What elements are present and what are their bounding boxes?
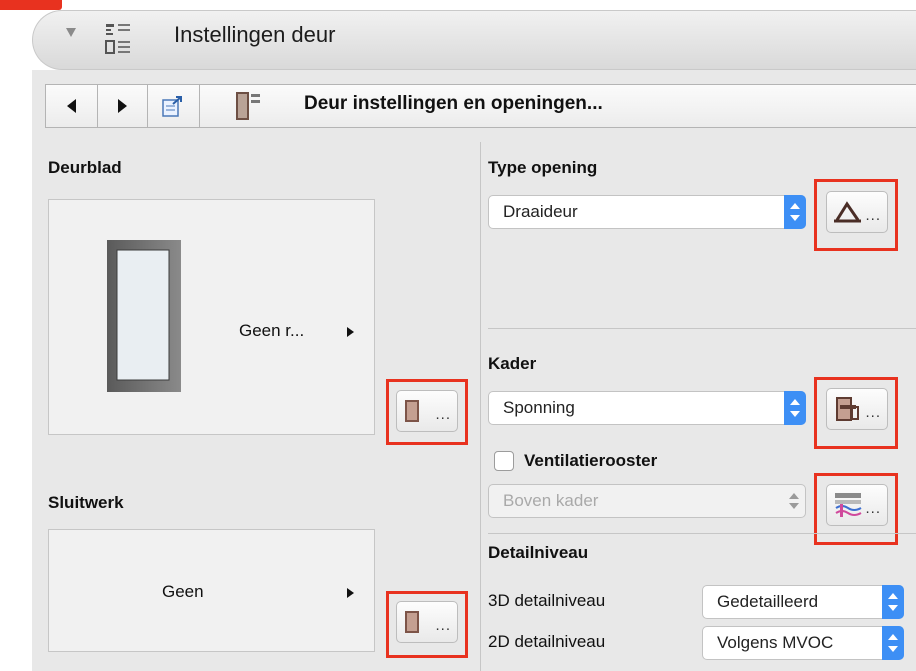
section-divider: [488, 328, 916, 329]
back-button[interactable]: [46, 85, 98, 127]
select-stepper-icon: [882, 585, 904, 619]
select-stepper-icon: [787, 485, 801, 517]
sluitwerk-value: Geen: [162, 582, 204, 601]
detail-3d-select[interactable]: Gedetailleerd: [702, 585, 904, 619]
kader-heading: Kader: [488, 354, 537, 373]
ventilatie-settings-button[interactable]: ...: [826, 484, 888, 526]
door-icon: [405, 611, 419, 633]
collapse-triangle-icon[interactable]: [66, 28, 76, 37]
export-icon: [161, 96, 182, 117]
sluitwerk-heading: Sluitwerk: [48, 493, 124, 512]
ventilatie-position-select[interactable]: Boven kader: [488, 484, 806, 518]
toolbar: Deur instellingen en openingen...: [45, 84, 916, 128]
door-icon: [405, 400, 419, 422]
annotation-mark: [0, 0, 62, 10]
deurblad-settings-button[interactable]: ...: [396, 390, 458, 432]
select-stepper-icon: [882, 626, 904, 660]
select-stepper-icon: [784, 391, 806, 425]
settings-panel-icon: [105, 22, 131, 58]
section-divider: [488, 533, 916, 534]
column-divider: [480, 142, 481, 671]
swing-opening-icon: [834, 201, 861, 223]
door-leaf-icon: [107, 240, 181, 392]
ventilatierooster-label: Ventilatierooster: [524, 451, 658, 470]
forward-button[interactable]: [98, 85, 148, 127]
detail-2d-select[interactable]: Volgens MVOC: [702, 626, 904, 660]
vent-grille-icon: [835, 493, 862, 517]
sluitwerk-arrow-icon[interactable]: [347, 588, 354, 598]
detailniveau-heading: Detailniveau: [488, 543, 589, 562]
kader-settings-button[interactable]: ...: [826, 388, 888, 430]
sluitwerk-preview-box[interactable]: Geen: [48, 529, 375, 652]
deurblad-value: Geen r...: [239, 321, 305, 340]
export-button[interactable]: [148, 85, 200, 127]
detail-3d-label: 3D detailniveau: [488, 591, 606, 610]
deurblad-preview-box[interactable]: Geen r...: [48, 199, 375, 435]
type-opening-select[interactable]: Draaideur: [488, 195, 806, 229]
door-settings-link[interactable]: Deur instellingen en openingen...: [304, 93, 603, 115]
type-opening-settings-button[interactable]: ...: [826, 191, 888, 233]
ventilatierooster-checkbox[interactable]: [494, 451, 514, 471]
detail-2d-label: 2D detailniveau: [488, 632, 606, 651]
kader-select[interactable]: Sponning: [488, 391, 806, 425]
panel-title: Instellingen deur: [174, 22, 336, 47]
type-opening-heading: Type opening: [488, 158, 598, 177]
title-bar[interactable]: [32, 10, 916, 70]
frame-icon: [836, 397, 859, 421]
door-settings-icon-slot: [200, 85, 240, 127]
arrow-left-icon: [67, 99, 76, 113]
deurblad-heading: Deurblad: [48, 158, 122, 177]
deurblad-arrow-icon[interactable]: [347, 327, 354, 337]
sluitwerk-settings-button[interactable]: ...: [396, 601, 458, 643]
arrow-right-icon: [118, 99, 127, 113]
door-settings-icon: [236, 92, 260, 120]
select-stepper-icon: [784, 195, 806, 229]
